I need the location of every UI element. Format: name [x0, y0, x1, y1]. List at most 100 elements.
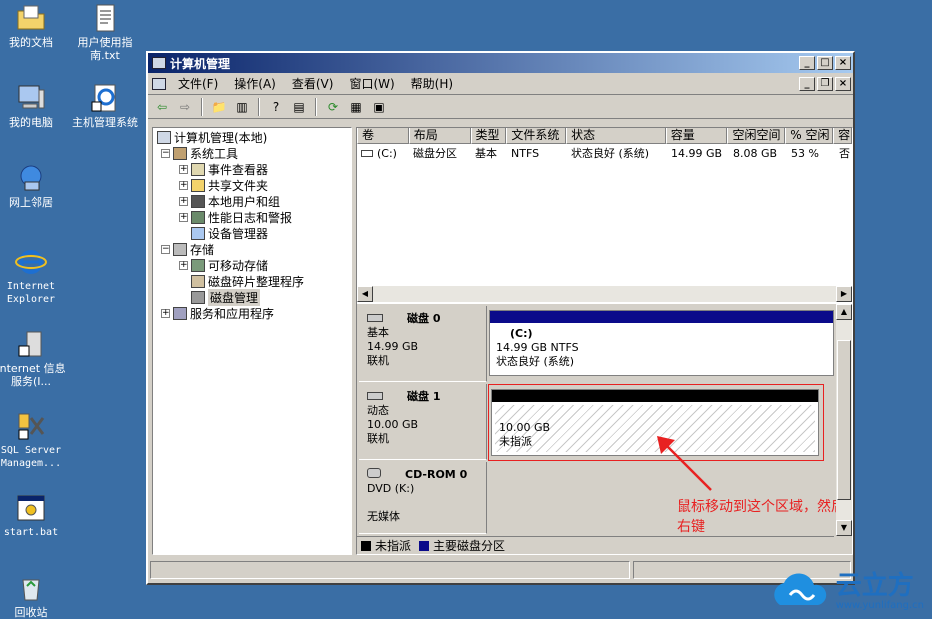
expand-icon[interactable]: + — [179, 164, 188, 174]
tree-label: 设备管理器 — [208, 226, 269, 241]
collapse-icon[interactable]: − — [161, 244, 170, 254]
col-type[interactable]: 类型 — [470, 128, 507, 144]
col-free-space[interactable]: 空闲空间 — [727, 128, 786, 144]
menu-help[interactable]: 帮助(H) — [403, 75, 461, 92]
minimize-button[interactable]: _ — [799, 56, 815, 70]
tree-services-apps[interactable]: + 服务和应用程序 — [161, 305, 274, 321]
scroll-left-icon[interactable]: ◀ — [357, 286, 373, 302]
console-tree[interactable]: 计算机管理(本地) − 系统工具 + 事件查看器 + 共享文件夹 + 本地用户和… — [152, 127, 352, 555]
tree-device-manager[interactable]: 设备管理器 — [191, 225, 268, 241]
desktop-icon-start-bat[interactable]: start.bat — [0, 492, 68, 539]
disk-graphical-view[interactable]: 磁盘 0 基本 14.99 GB 联机 (C:) 14.99 GB NTFS 状… — [357, 304, 852, 554]
help-icon[interactable]: ? — [266, 98, 286, 116]
text-file-icon — [96, 4, 115, 32]
forward-icon[interactable]: ⇨ — [175, 98, 195, 116]
table-row[interactable]: (C:) 磁盘分区 基本 NTFS 状态良好 (系统) 14.99 GB 8.0… — [357, 146, 854, 162]
desktop-icon-host-mgmt[interactable]: 主机管理系统 — [68, 82, 142, 129]
tree-storage[interactable]: − 存储 — [161, 241, 214, 257]
legend-unallocated: 未指派 — [375, 539, 412, 553]
shared-folder-icon — [191, 178, 205, 192]
col-fault-tolerance[interactable]: 容 — [833, 128, 852, 144]
mdi-app-icon[interactable] — [152, 77, 166, 90]
brand-url: www.yunlifang.cn — [835, 599, 924, 611]
tree-shared-folders[interactable]: + 共享文件夹 — [179, 177, 268, 193]
col-percent-free[interactable]: % 空闲 — [785, 128, 834, 144]
tree-system-tools[interactable]: − 系统工具 — [161, 145, 238, 161]
disk-management-icon — [191, 290, 205, 304]
desktop-icon-my-computer[interactable]: 我的电脑 — [0, 82, 68, 129]
desktop-icon-label: start.bat — [3, 527, 59, 538]
device-manager-icon — [191, 226, 205, 240]
scroll-track[interactable] — [373, 286, 836, 302]
col-capacity[interactable]: 容量 — [665, 128, 728, 144]
toolbar: ⇦ ⇨ 📁 ▥ ? ▤ ⟳ ▦ ▣ — [148, 95, 853, 119]
cdrom-label[interactable]: CD-ROM 0 DVD (K:) 无媒体 — [359, 462, 487, 534]
desktop-icon-network[interactable]: 网上邻居 — [0, 162, 68, 209]
partition-c[interactable]: (C:) 14.99 GB NTFS 状态良好 (系统) — [489, 310, 834, 376]
desktop-icon-iis[interactable]: Internet 信息服务(I... — [0, 328, 68, 388]
tree-removable-storage[interactable]: + 可移动存储 — [179, 257, 268, 273]
expand-icon[interactable]: + — [179, 180, 188, 190]
tree-root[interactable]: 计算机管理(本地) — [157, 129, 267, 145]
menu-file[interactable]: 文件(F) — [170, 75, 226, 92]
tree-disk-management[interactable]: 磁盘管理 — [191, 288, 261, 306]
col-status[interactable]: 状态 — [566, 128, 666, 144]
computer-management-window[interactable]: 计算机管理 _ □ × 文件(F) 操作(A) 查看(V) 窗口(W) 帮助(H… — [146, 51, 855, 585]
tree-label: 存储 — [190, 242, 215, 257]
properties-icon[interactable]: ▦ — [346, 98, 366, 116]
tree-perf-logs[interactable]: + 性能日志和警报 — [179, 209, 292, 225]
details-pane[interactable]: 卷 布局 类型 文件系统 状态 容量 空闲空间 % 空闲 容 (C:) 磁盘分区… — [356, 127, 853, 555]
desktop-icon-sql-server[interactable]: SQL Server Managem... — [0, 410, 68, 470]
show-hide-tree-icon[interactable]: ▥ — [232, 98, 252, 116]
status-pane-1 — [150, 561, 630, 579]
scroll-thumb[interactable] — [837, 340, 851, 500]
vertical-scrollbar[interactable]: ▲ ▼ — [836, 304, 852, 536]
disk0-label[interactable]: 磁盘 0 基本 14.99 GB 联机 — [359, 306, 487, 382]
back-icon[interactable]: ⇦ — [152, 98, 172, 116]
menu-action[interactable]: 操作(A) — [226, 75, 284, 92]
scroll-right-icon[interactable]: ▶ — [836, 286, 852, 302]
col-filesystem[interactable]: 文件系统 — [506, 128, 567, 144]
desktop-icon-my-documents[interactable]: 我的文档 — [0, 2, 68, 49]
expand-icon[interactable]: + — [179, 260, 188, 270]
partition-status: 状态良好 (系统) — [496, 355, 575, 368]
up-folder-icon[interactable]: 📁 — [209, 98, 229, 116]
disk-tool-icon[interactable]: ▣ — [369, 98, 389, 116]
collapse-icon[interactable]: − — [161, 148, 170, 158]
maximize-button[interactable]: □ — [817, 56, 833, 70]
annotation-text: 鼠标移动到这个区域，然后右键 — [677, 499, 845, 535]
menu-window[interactable]: 窗口(W) — [341, 75, 402, 92]
tree-defrag[interactable]: 磁盘碎片整理程序 — [191, 273, 304, 289]
disk1-label[interactable]: 磁盘 1 动态 10.00 GB 联机 — [359, 384, 487, 460]
refresh-icon[interactable]: ⟳ — [323, 98, 343, 116]
desktop-icon-label: 回收站 — [14, 606, 48, 619]
desktop-icon-ie[interactable]: Internet Explorer — [0, 246, 68, 306]
mdi-close-button[interactable]: × — [835, 76, 851, 91]
menu-view[interactable]: 查看(V) — [284, 75, 342, 92]
title-bar[interactable]: 计算机管理 _ □ × — [148, 53, 853, 73]
expand-icon[interactable]: + — [161, 308, 170, 318]
horizontal-scrollbar[interactable]: ◀ ▶ — [357, 286, 852, 302]
tree-event-viewer[interactable]: + 事件查看器 — [179, 161, 268, 177]
col-layout[interactable]: 布局 — [408, 128, 471, 144]
mdi-restore-button[interactable]: ❐ — [817, 76, 833, 91]
window-title: 计算机管理 — [170, 56, 231, 71]
mdi-minimize-button[interactable]: _ — [799, 76, 815, 91]
folder-icon — [17, 5, 45, 30]
desktop-icon-label: 主机管理系统 — [72, 116, 138, 129]
scroll-up-icon[interactable]: ▲ — [836, 304, 852, 320]
legend-bar: 未指派 主要磁盘分区 — [357, 536, 834, 554]
desktop-icon-recycle-bin[interactable]: 回收站 — [0, 572, 68, 619]
desktop-icon-label: 我的文档 — [9, 36, 53, 49]
expand-icon[interactable]: + — [179, 196, 188, 206]
scroll-down-icon[interactable]: ▼ — [836, 520, 852, 536]
show-hide-pane-icon[interactable]: ▤ — [289, 98, 309, 116]
desktop-icon-label: 我的电脑 — [9, 116, 53, 129]
col-volume[interactable]: 卷 — [357, 128, 409, 144]
users-icon — [191, 194, 205, 208]
expand-icon[interactable]: + — [179, 212, 188, 222]
close-button[interactable]: × — [835, 56, 851, 70]
disk-name: CD-ROM 0 — [405, 468, 468, 481]
tree-local-users[interactable]: + 本地用户和组 — [179, 193, 280, 209]
desktop-icon-user-guide[interactable]: 用户使用指南.txt — [68, 2, 142, 62]
